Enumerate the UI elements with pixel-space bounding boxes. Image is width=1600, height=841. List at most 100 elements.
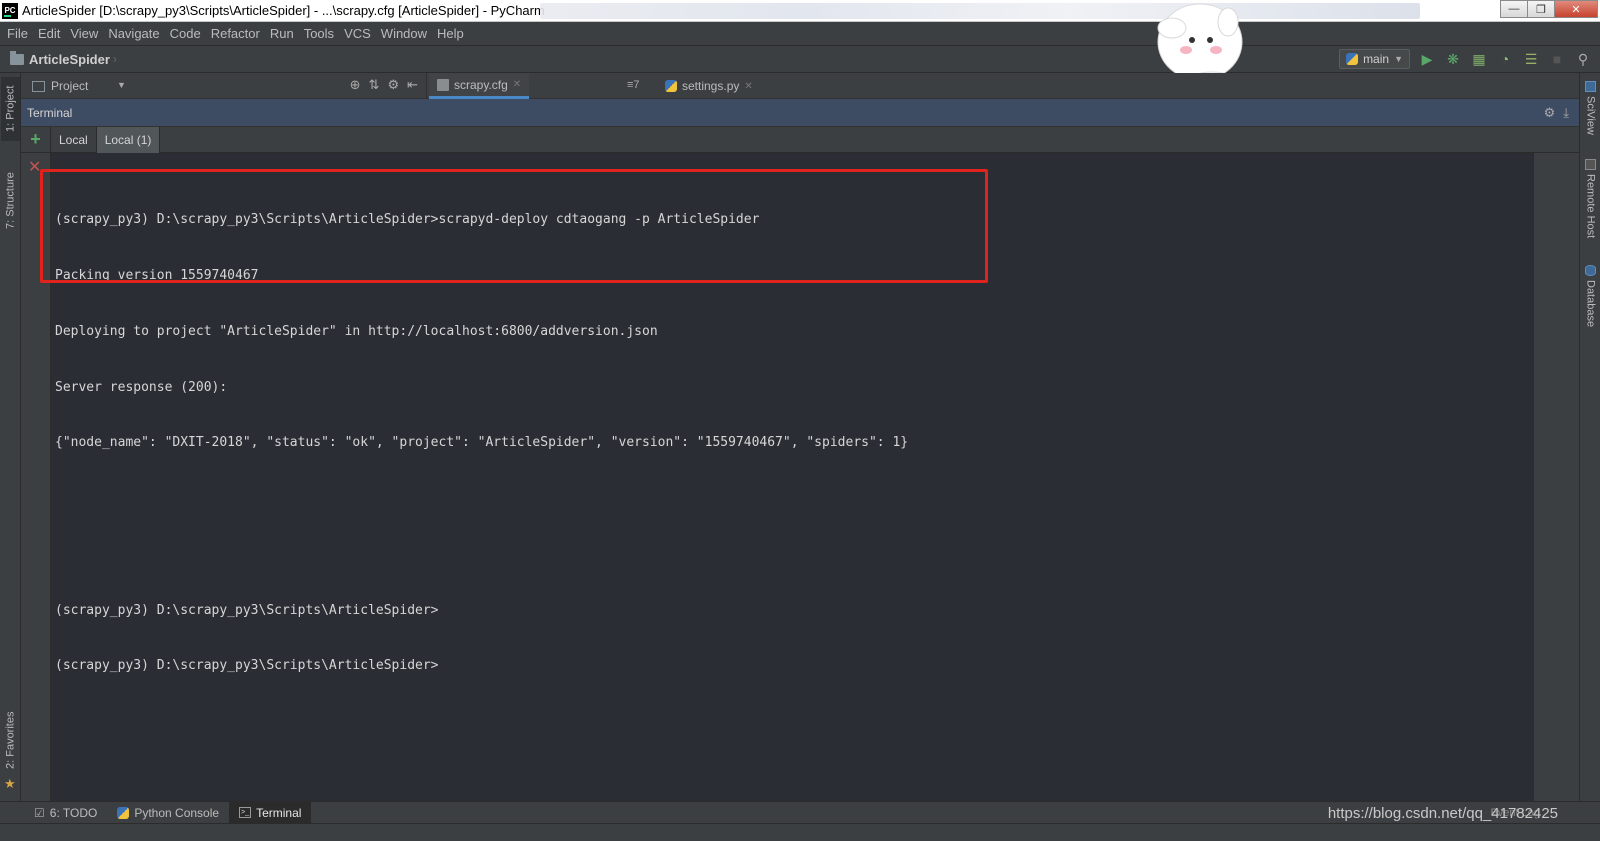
terminal-line: Deploying to project "ArticleSpider" in … — [55, 323, 658, 339]
hide-panel-icon[interactable]: ⇤ — [407, 77, 418, 93]
menu-window[interactable]: Window — [378, 26, 434, 41]
debug-icon[interactable]: ❋ — [1444, 50, 1462, 68]
tool-tab-terminal-label: Terminal — [256, 805, 302, 820]
scroll-from-source-icon[interactable]: ⊕ — [350, 77, 361, 93]
tool-tab-remote-host-label: Remote Host — [1584, 174, 1597, 239]
breadcrumb-project[interactable]: ArticleSpider — [29, 52, 110, 67]
menu-run[interactable]: Run — [267, 26, 301, 41]
bottom-tool-bar: ☑ 6: TODO Python Console >_ Terminal Eve… — [0, 801, 1600, 824]
profile-icon[interactable]: ◔ — [1496, 50, 1514, 68]
terminal-line: (scrapy_py3) D:\scrapy_py3\Scripts\Artic… — [55, 658, 439, 674]
config-file-icon — [437, 78, 449, 91]
python-file-icon — [665, 80, 677, 92]
panel-header-row: Project ▼ ⊕ ⇅ ⚙ ⇤ scrapy.cfg ✕ ≡7 settin… — [21, 73, 1579, 101]
navigation-bar: ArticleSpider › main ▼ ▶ ❋ ▦ ◔ ☰ ■ ⚲ — [0, 45, 1600, 73]
tool-tab-todo[interactable]: ☑ 6: TODO — [24, 802, 107, 824]
tool-tab-database[interactable]: Database — [1581, 265, 1600, 345]
menu-code[interactable]: Code — [167, 26, 208, 41]
remote-host-icon — [1585, 159, 1596, 170]
menu-navigate[interactable]: Navigate — [105, 26, 166, 41]
editor-tab-label: settings.py — [682, 79, 740, 93]
close-tab-icon[interactable]: ✕ — [513, 79, 521, 90]
project-panel-tools: ⊕ ⇅ ⚙ ⇤ — [350, 77, 418, 93]
stop-icon[interactable]: ■ — [1548, 50, 1566, 68]
tool-tab-project[interactable]: 1: Project — [1, 77, 20, 141]
concurrency-icon[interactable]: ☰ — [1522, 50, 1540, 68]
tab-list-icon[interactable]: ≡7 — [627, 79, 640, 91]
title-bar-background — [540, 3, 1420, 19]
sciview-icon — [1585, 81, 1596, 92]
tool-tab-sciview-label: SciView — [1584, 96, 1597, 135]
tool-tab-sciview[interactable]: SciView — [1581, 81, 1600, 151]
window-title: ArticleSpider [D:\scrapy_py3\Scripts\Art… — [22, 3, 545, 18]
chevron-right-icon: › — [112, 52, 117, 66]
project-view-icon — [32, 80, 45, 92]
terminal-tab-local[interactable]: Local — [51, 126, 97, 153]
menu-bar: File Edit View Navigate Code Refactor Ru… — [0, 22, 1600, 44]
watermark-text: https://blog.csdn.net/qq_41782425 — [1327, 805, 1558, 822]
close-window-button[interactable]: ✕ — [1554, 0, 1598, 18]
highlight-annotation-box — [40, 169, 988, 283]
gear-icon[interactable]: ⚙ — [1544, 105, 1556, 121]
editor-tab-settings-py[interactable]: settings.py ✕ — [657, 73, 761, 99]
terminal-title: Terminal — [27, 105, 73, 120]
terminal-header: Terminal ⚙ ⤓ — [21, 99, 1579, 127]
menu-view[interactable]: View — [67, 26, 105, 41]
window-title-bar: PC ArticleSpider [D:\scrapy_py3\Scripts\… — [0, 0, 1600, 22]
terminal-line: Server response (200): — [55, 379, 228, 395]
star-icon: ★ — [4, 776, 16, 791]
pycharm-logo-icon: PC — [2, 2, 18, 19]
menu-file[interactable]: File — [4, 26, 35, 41]
editor-tab-label: scrapy.cfg — [454, 77, 508, 92]
coverage-icon[interactable]: ▦ — [1470, 50, 1488, 68]
tool-tab-python-console-label: Python Console — [134, 805, 220, 820]
tool-tab-remote-host[interactable]: Remote Host — [1581, 159, 1600, 259]
terminal-header-tools: ⚙ ⤓ — [1544, 105, 1569, 121]
search-everywhere-icon[interactable]: ⚲ — [1574, 50, 1592, 68]
gear-icon[interactable]: ⚙ — [387, 77, 399, 93]
terminal-tab-local-1[interactable]: Local (1) — [96, 126, 161, 153]
terminal-scrollbar[interactable] — [1533, 153, 1547, 801]
menu-vcs[interactable]: VCS — [341, 26, 378, 41]
run-icon[interactable]: ▶ — [1418, 50, 1436, 68]
terminal-tabs: + Local Local (1) — [21, 126, 1579, 153]
python-icon — [1346, 53, 1359, 65]
tool-tab-favorites[interactable]: 2: Favorites — [1, 705, 20, 775]
run-configuration-select[interactable]: main ▼ — [1339, 49, 1410, 69]
menu-help[interactable]: Help — [434, 26, 471, 41]
terminal-line: (scrapy_py3) D:\scrapy_py3\Scripts\Artic… — [55, 602, 439, 618]
tool-tab-todo-label: 6: TODO — [49, 805, 98, 820]
collapse-all-icon[interactable]: ⇅ — [369, 77, 380, 93]
editor-tab-scrapy-cfg[interactable]: scrapy.cfg ✕ — [429, 73, 530, 99]
project-view-select[interactable]: Project — [51, 79, 88, 93]
close-tab-icon[interactable]: ✕ — [744, 81, 752, 92]
minimize-button[interactable]: — — [1500, 0, 1528, 18]
right-tool-stripe: SciView Remote Host Database — [1579, 73, 1600, 801]
folder-icon — [10, 50, 24, 65]
restore-button[interactable]: ❐ — [1527, 0, 1555, 18]
new-session-icon[interactable]: + — [21, 126, 51, 153]
run-configuration-label: main — [1363, 52, 1390, 66]
menu-refactor[interactable]: Refactor — [208, 26, 267, 41]
run-toolbar: main ▼ ▶ ❋ ▦ ◔ ☰ ■ ⚲ — [1339, 49, 1592, 69]
database-icon — [1585, 265, 1596, 276]
project-panel-header: Project ▼ ⊕ ⇅ ⚙ ⇤ — [21, 73, 427, 99]
window-controls: — ❐ ✕ — [1500, 0, 1598, 18]
tool-tab-terminal[interactable]: >_ Terminal — [229, 801, 312, 824]
tool-tab-database-label: Database — [1584, 280, 1597, 328]
tool-tab-structure[interactable]: 7: Structure — [1, 165, 20, 237]
menu-tools[interactable]: Tools — [301, 26, 341, 41]
tool-tab-python-console[interactable]: Python Console — [107, 802, 229, 824]
menu-edit[interactable]: Edit — [35, 26, 67, 41]
chevron-down-icon: ▼ — [1394, 54, 1403, 64]
terminal-icon: >_ — [239, 807, 252, 818]
hide-panel-icon[interactable]: ⤓ — [1563, 105, 1569, 121]
python-console-icon — [117, 806, 130, 819]
left-tool-stripe: 1: Project 7: Structure 2: Favorites ★ — [0, 73, 21, 801]
status-bar — [0, 823, 1600, 841]
todo-icon: ☑ — [34, 805, 45, 820]
chevron-down-icon[interactable]: ▼ — [117, 80, 126, 90]
terminal-line: {"node_name": "DXIT-2018", "status": "ok… — [55, 435, 909, 451]
